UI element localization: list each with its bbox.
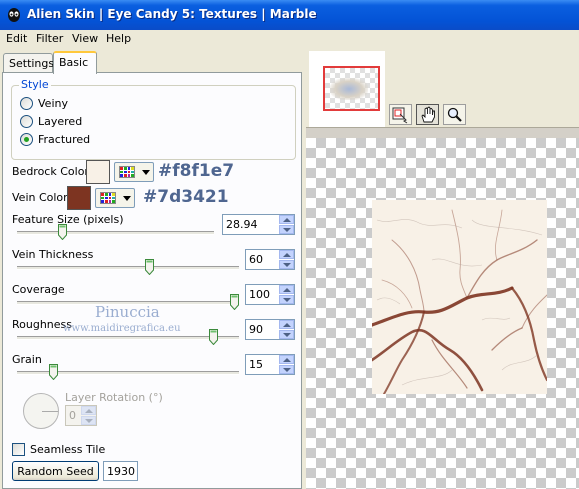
spin-down-icon[interactable] <box>279 365 294 374</box>
coverage-label: Coverage <box>12 283 65 296</box>
preview-header-strip <box>306 128 579 138</box>
vein-thickness-track[interactable] <box>17 266 239 270</box>
watermark-name: Pinuccia <box>95 303 160 321</box>
color-palette-icon <box>100 192 116 204</box>
random-seed-button[interactable]: Random Seed <box>12 461 99 481</box>
spin-up-icon <box>81 406 96 415</box>
menu-help[interactable]: Help <box>106 32 131 45</box>
spin-down-icon[interactable] <box>279 260 294 269</box>
vein-thickness-label: Vein Thickness <box>12 248 94 261</box>
layer-rotation-dial <box>23 393 59 429</box>
feature-size-input[interactable]: 28.94 <box>222 214 295 235</box>
zoom-tool-button[interactable] <box>443 104 466 125</box>
settings-pane: Settings Basic Style Veiny Layered Fract… <box>0 48 306 489</box>
navigator-view-frame[interactable] <box>323 66 380 111</box>
vein-thickness-value[interactable]: 60 <box>249 253 263 266</box>
spin-up-icon[interactable] <box>279 355 294 364</box>
roughness-slider-thumb[interactable] <box>208 329 218 345</box>
vein-thickness-input[interactable]: 60 <box>245 249 295 270</box>
navigator-area <box>306 48 579 128</box>
spin-up-icon[interactable] <box>279 320 294 329</box>
basic-panel: Style Veiny Layered Fractured Bedrock Co… <box>2 72 302 489</box>
feature-size-track[interactable] <box>17 231 214 235</box>
spin-down-icon[interactable] <box>279 225 294 234</box>
radio-veiny[interactable] <box>20 97 33 110</box>
vein-hex-text: #7d3421 <box>143 187 229 207</box>
grain-value[interactable]: 15 <box>249 358 263 371</box>
color-palette-icon <box>119 166 135 178</box>
zoom-magnifier-icon <box>447 107 462 122</box>
navigate-preview-icon <box>392 107 408 124</box>
spin-up-icon[interactable] <box>279 285 294 294</box>
menu-filter[interactable]: Filter <box>36 32 63 45</box>
radio-fractured-label: Fractured <box>38 133 91 146</box>
menu-bar: Edit Filter View Help <box>0 30 579 48</box>
bedrock-hex-text: #f8f1e7 <box>158 161 235 181</box>
navigator-preview-image <box>330 78 368 100</box>
grain-slider-thumb[interactable] <box>48 364 58 380</box>
tab-basic[interactable]: Basic <box>53 51 97 74</box>
radio-layered-label: Layered <box>38 115 83 128</box>
roughness-spinner[interactable] <box>279 320 294 339</box>
radio-fractured[interactable] <box>20 133 33 146</box>
layer-rotation-value: 0 <box>69 409 76 422</box>
menu-edit[interactable]: Edit <box>6 32 27 45</box>
radio-veiny-label: Veiny <box>38 97 68 110</box>
bedrock-color-swatch[interactable] <box>86 160 110 184</box>
roughness-input[interactable]: 90 <box>245 319 295 340</box>
coverage-input[interactable]: 100 <box>245 284 295 305</box>
grain-spinner[interactable] <box>279 355 294 374</box>
spin-down-icon[interactable] <box>279 330 294 339</box>
roughness-value[interactable]: 90 <box>249 323 263 336</box>
seamless-tile-label: Seamless Tile <box>30 443 106 456</box>
grain-input[interactable]: 15 <box>245 354 295 375</box>
spin-up-icon[interactable] <box>279 215 294 224</box>
navigate-tool-button[interactable] <box>389 104 412 125</box>
vein-thickness-slider-thumb[interactable] <box>144 259 154 275</box>
feature-size-value[interactable]: 28.94 <box>226 218 258 231</box>
style-group-label: Style <box>19 78 51 91</box>
hand-tool-button[interactable] <box>416 104 439 125</box>
tab-settings[interactable]: Settings <box>3 53 54 73</box>
radio-layered[interactable] <box>20 115 33 128</box>
layer-rotation-label: Layer Rotation (°) <box>65 391 163 404</box>
vein-thickness-spinner[interactable] <box>279 250 294 269</box>
alien-skin-icon <box>8 8 20 22</box>
spin-down-icon[interactable] <box>279 295 294 304</box>
watermark-url: www.maidiregrafica.eu <box>63 323 181 334</box>
feature-size-spinner[interactable] <box>279 215 294 234</box>
bedrock-color-label: Bedrock Color <box>12 165 89 178</box>
preview-pane <box>306 48 579 489</box>
random-seed-input[interactable]: 1930 <box>103 461 138 481</box>
feature-size-slider-thumb[interactable] <box>58 224 68 240</box>
chevron-down-icon <box>123 196 131 201</box>
spin-down-icon <box>81 416 96 425</box>
chevron-down-icon <box>142 170 150 175</box>
layer-rotation-input: 0 <box>65 405 97 426</box>
vein-color-label: Vein Color <box>12 191 68 204</box>
marble-preview-image <box>372 200 547 394</box>
spin-up-icon[interactable] <box>279 250 294 259</box>
coverage-slider-thumb[interactable] <box>230 294 239 310</box>
vein-color-picker-button[interactable] <box>95 188 135 208</box>
roughness-track[interactable] <box>17 336 239 340</box>
vein-color-swatch[interactable] <box>67 186 91 210</box>
coverage-value[interactable]: 100 <box>249 288 270 301</box>
menu-view[interactable]: View <box>72 32 98 45</box>
coverage-spinner[interactable] <box>279 285 294 304</box>
hand-pan-icon <box>421 106 435 123</box>
window-title: Alien Skin | Eye Candy 5: Textures | Mar… <box>27 7 317 21</box>
bedrock-color-picker-button[interactable] <box>114 162 154 182</box>
feature-size-label: Feature Size (pixels) <box>12 213 124 226</box>
seamless-tile-checkbox[interactable] <box>12 443 25 456</box>
title-bar: Alien Skin | Eye Candy 5: Textures | Mar… <box>0 0 579 30</box>
dial-needle <box>42 411 58 412</box>
navigator-thumbnail[interactable] <box>309 51 385 127</box>
grain-label: Grain <box>12 353 42 366</box>
layer-rotation-spinner <box>81 406 96 425</box>
